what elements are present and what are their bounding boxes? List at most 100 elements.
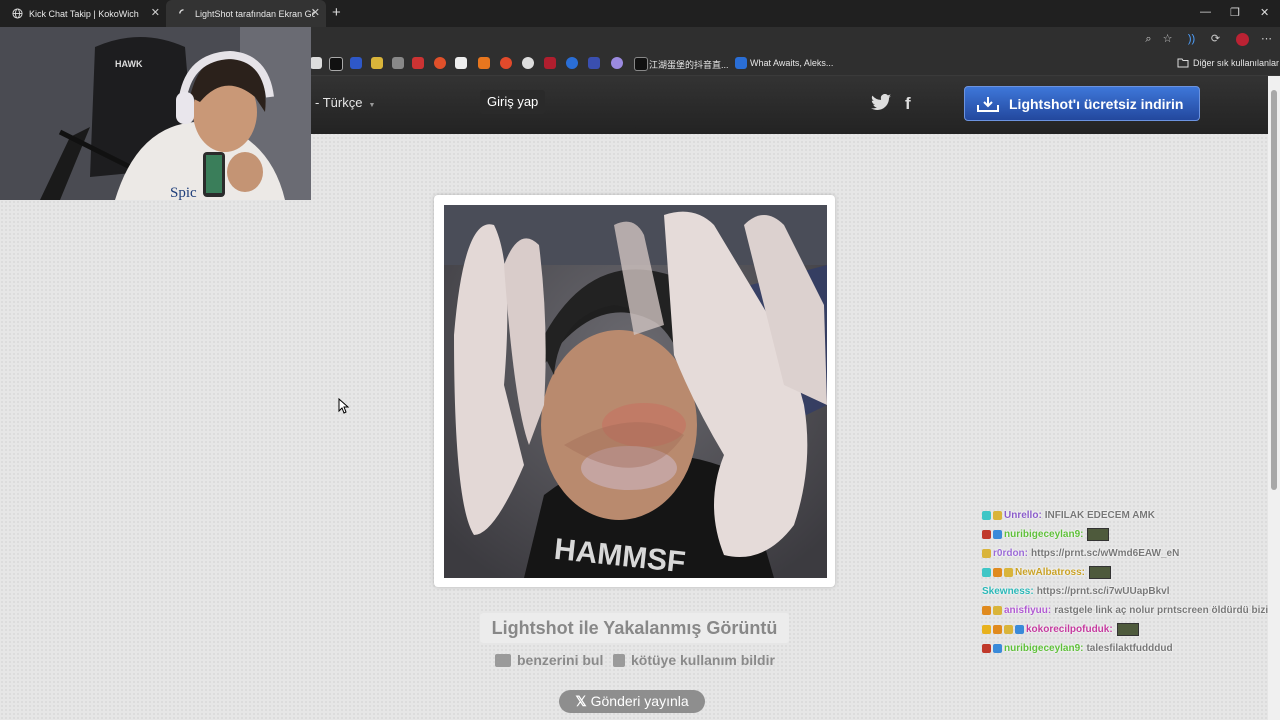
zoom-icon[interactable]: ⌕ (1142, 33, 1155, 46)
x-logo-icon: 𝕏 (575, 693, 587, 709)
chat-username: anisfiyuu: (1004, 604, 1052, 616)
bookmark-favicon[interactable] (455, 57, 467, 69)
chat-username: nuribigeceylan9: (1004, 528, 1084, 540)
scrollbar-thumb[interactable] (1271, 90, 1277, 490)
loading-icon (179, 9, 184, 14)
facebook-icon[interactable]: f (905, 94, 911, 114)
login-button[interactable]: Giriş yap (480, 90, 546, 114)
chat-message-text: https://prnt.sc/wWmd6EAW_eN (1031, 547, 1180, 559)
close-tab-icon[interactable]: ✕ (151, 6, 160, 19)
twitter-icon[interactable] (871, 94, 891, 115)
camera-icon (495, 653, 511, 667)
chat-badge-icon (993, 625, 1002, 634)
chat-badge-icon (982, 644, 991, 653)
close-tab-icon[interactable]: ✕ (311, 6, 320, 19)
bookmark-favicon[interactable] (371, 57, 383, 69)
other-bookmarks[interactable]: Diğer sık kullanılanlar (1193, 58, 1279, 68)
bookmark-favicon[interactable] (544, 57, 556, 69)
chat-badge-icon (982, 625, 991, 634)
chat-message-text: rastgele link aç nolur prntscreen öldürd… (1054, 604, 1269, 616)
chat-message: NewAlbatross: (982, 563, 1272, 582)
bookmark-favicon[interactable] (310, 57, 322, 69)
tab-kick-chat[interactable]: Kick Chat Takip | KokoWich ✕ (0, 0, 166, 27)
minimize-icon[interactable]: — (1200, 6, 1211, 18)
bookmark-favicon[interactable] (522, 57, 534, 69)
tiktok-bookmark-icon[interactable] (634, 57, 648, 71)
chat-badge-icon (993, 568, 1002, 577)
svg-text:Spic: Spic (170, 185, 197, 200)
chat-message: Skewness: https://prnt.sc/i7wUUapBkvl (982, 582, 1272, 601)
report-abuse-link[interactable]: kötüye kullanım bildir (613, 652, 775, 668)
tab-title: Kick Chat Takip | KokoWich (29, 8, 139, 19)
chat-badge-icon (993, 530, 1002, 539)
download-icon (977, 96, 999, 112)
chat-badge-icon (982, 606, 991, 615)
bookmark-favicon[interactable] (392, 57, 404, 69)
folder-icon (1177, 58, 1189, 68)
chat-message: kokorecilpofuduk: (982, 620, 1272, 639)
bookmark-favicon[interactable] (350, 57, 362, 69)
chat-message: Unrello: INFILAK EDECEM AMK (982, 506, 1272, 525)
tab-lightshot[interactable]: LightShot tarafından Ekran Görüntüsü ✕ (166, 0, 326, 27)
new-tab-icon[interactable]: + (332, 4, 341, 21)
bookmark-favicon[interactable] (500, 57, 512, 69)
svg-text:HAWK: HAWK (115, 59, 143, 69)
chat-badge-icon (982, 549, 991, 558)
chat-badge-icon (993, 644, 1002, 653)
download-button-label: Lightshot'ı ücretsiz indirin (1009, 95, 1184, 112)
chat-username: kokorecilpofuduk: (1026, 623, 1113, 635)
chat-message: r0rdon: https://prnt.sc/wWmd6EAW_eN (982, 544, 1272, 563)
webcam-overlay: HAWK Spic (0, 27, 311, 200)
bookmark-favicon[interactable] (611, 57, 623, 69)
chat-message-text: INFILAK EDECEM AMK (1044, 509, 1155, 521)
chat-badge-icon (993, 606, 1002, 615)
download-lightshot-button[interactable]: Lightshot'ı ücretsiz indirin (964, 86, 1200, 121)
chat-emote-icon (1116, 623, 1139, 636)
post-button[interactable]: 𝕏 Gönderi yayınla (559, 690, 705, 713)
chat-message: nuribigeceylan9: (982, 525, 1272, 544)
bookmark-douyin[interactable]: 江湖蛋堡的抖音直... (649, 58, 729, 71)
chat-username: r0rdon: (993, 547, 1028, 559)
tab-strip: Kick Chat Takip | KokoWich ✕ LightShot t… (0, 0, 1280, 27)
chat-badge-icon (1015, 625, 1024, 634)
bookmark-favicon[interactable] (478, 57, 490, 69)
chat-message: nuribigeceylan9: talesfilaktfudddud (982, 639, 1272, 658)
chat-emote-icon (1087, 528, 1110, 541)
youtube-bookmark-icon[interactable] (412, 57, 424, 69)
chat-username: nuribigeceylan9: (1004, 642, 1084, 654)
chat-emote-icon (1089, 566, 1112, 579)
read-aloud-icon[interactable]: )) (1185, 33, 1198, 46)
extensions-icon[interactable]: ⟳ (1209, 33, 1222, 46)
bookmark-what-awaits[interactable]: What Awaits, Aleks... (750, 58, 833, 68)
chat-message-text: talesfilaktfudddud (1086, 642, 1173, 654)
report-icon (613, 653, 625, 667)
reddit-bookmark-icon[interactable] (434, 57, 446, 69)
x-bookmark-icon[interactable] (329, 57, 343, 71)
bookmark-favicon[interactable] (735, 57, 747, 69)
chat-badge-icon (1004, 568, 1013, 577)
chat-badge-icon (1004, 625, 1013, 634)
globe-icon (12, 8, 23, 19)
find-similar-link[interactable]: benzerini bul (495, 652, 603, 668)
maximize-icon[interactable]: ❐ (1230, 6, 1240, 19)
screenshot-image[interactable]: HAMMSF (444, 205, 827, 578)
chat-message-text: https://prnt.sc/i7wUUapBkvl (1036, 585, 1170, 597)
chat-badge-icon (993, 511, 1002, 520)
bookmark-favicon[interactable] (566, 57, 578, 69)
language-selector[interactable]: - Türkçe ▼ (315, 95, 375, 110)
chat-username: Unrello: (1004, 509, 1042, 521)
chat-overlay: Unrello: INFILAK EDECEM AMK nuribigeceylan… (982, 506, 1272, 658)
more-menu-icon[interactable]: ⋯ (1260, 33, 1273, 46)
tab-title: LightShot tarafından Ekran Görüntüsü (195, 8, 315, 19)
chat-badge-icon (982, 530, 991, 539)
chat-badge-icon (982, 511, 991, 520)
bookmark-favicon[interactable] (588, 57, 600, 69)
page-title: Lightshot ile Yakalanmış Görüntü (480, 613, 789, 643)
close-window-icon[interactable]: ✕ (1260, 6, 1269, 19)
chat-username: NewAlbatross: (1015, 566, 1086, 578)
chat-username: Skewness: (982, 585, 1034, 597)
chevron-down-icon: ▼ (368, 102, 376, 109)
profile-avatar[interactable] (1236, 33, 1249, 46)
chat-badge-icon (982, 568, 991, 577)
favorite-star-icon[interactable]: ☆ (1161, 33, 1174, 46)
